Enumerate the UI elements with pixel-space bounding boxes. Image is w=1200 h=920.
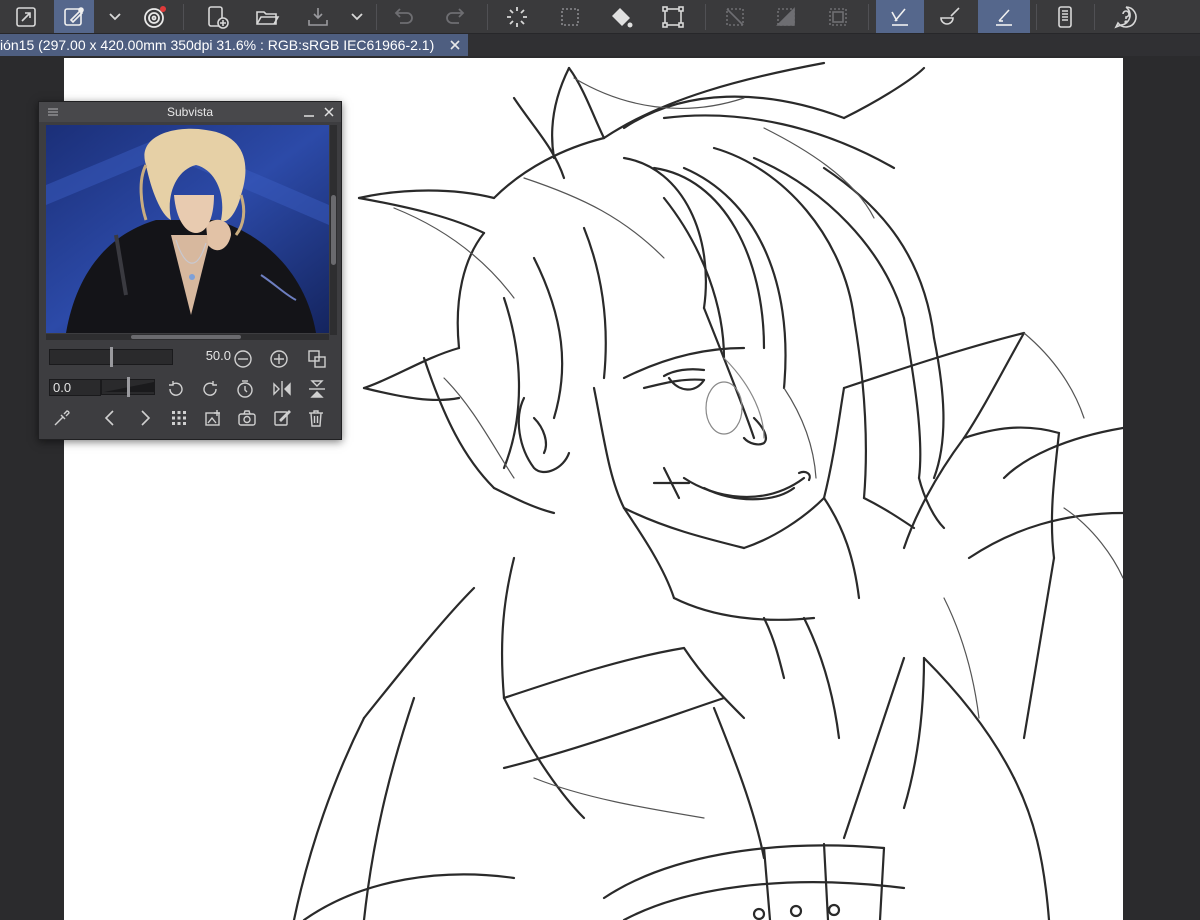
redo-icon[interactable] bbox=[435, 0, 475, 33]
transform-icon[interactable] bbox=[653, 0, 693, 33]
edit-image-icon[interactable] bbox=[271, 407, 293, 429]
toolbar-separator bbox=[868, 4, 869, 30]
selection-dotted-icon[interactable] bbox=[550, 0, 590, 33]
camera-icon[interactable] bbox=[236, 407, 258, 429]
scroll-thumb[interactable] bbox=[331, 195, 336, 265]
new-page-icon[interactable] bbox=[197, 0, 237, 33]
zoom-slider-handle[interactable] bbox=[110, 347, 113, 367]
zoom-value: 50.0 bbox=[205, 348, 231, 363]
eyedropper-icon[interactable] bbox=[51, 407, 73, 429]
open-folder-icon[interactable] bbox=[247, 0, 287, 33]
rotate-left-icon[interactable] bbox=[165, 378, 187, 400]
import-image-icon[interactable] bbox=[202, 407, 224, 429]
help-icon[interactable] bbox=[1106, 0, 1146, 33]
zoom-slider[interactable] bbox=[49, 347, 173, 367]
zoom-out-icon[interactable] bbox=[232, 348, 254, 370]
subview-titlebar[interactable]: Subvista bbox=[39, 102, 341, 122]
close-icon[interactable] bbox=[448, 38, 462, 52]
rotate-right-icon[interactable] bbox=[199, 378, 221, 400]
minimize-icon[interactable] bbox=[303, 106, 315, 118]
reference-image-preview[interactable] bbox=[46, 125, 329, 333]
ruler-pen-icon[interactable] bbox=[876, 0, 924, 33]
delete-icon[interactable] bbox=[305, 407, 327, 429]
zoom-in-icon[interactable] bbox=[268, 348, 290, 370]
toolbar-separator bbox=[183, 4, 184, 30]
scroll-thumb[interactable] bbox=[131, 335, 241, 339]
brush-blend-icon[interactable] bbox=[930, 0, 970, 33]
expand-canvas-icon[interactable] bbox=[6, 0, 46, 33]
flip-horizontal-icon[interactable] bbox=[271, 378, 293, 400]
chevron-down-icon[interactable] bbox=[104, 0, 126, 33]
command-bar bbox=[0, 0, 1200, 34]
rotation-slider[interactable] bbox=[101, 377, 155, 397]
rotation-input[interactable]: 0.0 bbox=[49, 379, 101, 396]
spiral-app-icon[interactable] bbox=[134, 0, 174, 33]
reference-image bbox=[46, 125, 329, 333]
close-icon[interactable] bbox=[323, 106, 335, 118]
fill-bucket-icon[interactable] bbox=[601, 0, 641, 33]
toolbar-separator bbox=[376, 4, 377, 30]
document-tab-title: ión15 (297.00 x 420.00mm 350dpi 31.6% : … bbox=[0, 37, 435, 53]
clear-selection-icon[interactable] bbox=[715, 0, 755, 33]
toolbar-separator bbox=[1036, 4, 1037, 30]
select-border-icon[interactable] bbox=[818, 0, 858, 33]
toolbar-separator bbox=[487, 4, 488, 30]
rotation-slider-handle[interactable] bbox=[127, 377, 130, 397]
subview-palette: Subvista 50.0 0.0 bbox=[38, 101, 342, 440]
grid-view-icon[interactable] bbox=[168, 407, 190, 429]
ruler-snap-icon[interactable] bbox=[978, 0, 1030, 33]
toolbar-separator bbox=[705, 4, 706, 30]
next-image-icon[interactable] bbox=[134, 407, 156, 429]
preview-horizontal-scrollbar[interactable] bbox=[46, 334, 329, 340]
loading-spinner-icon[interactable] bbox=[497, 0, 537, 33]
save-download-icon[interactable] bbox=[298, 0, 338, 33]
brush-tool-icon[interactable] bbox=[54, 0, 94, 33]
reset-rotation-icon[interactable] bbox=[234, 378, 256, 400]
subview-title: Subvista bbox=[166, 105, 214, 119]
tab-bar-background bbox=[468, 34, 1200, 56]
document-tab[interactable]: ión15 (297.00 x 420.00mm 350dpi 31.6% : … bbox=[0, 34, 468, 56]
mobile-companion-icon[interactable] bbox=[1045, 0, 1085, 33]
toolbar-separator bbox=[1094, 4, 1095, 30]
preview-vertical-scrollbar[interactable] bbox=[330, 125, 337, 335]
flip-vertical-icon[interactable] bbox=[306, 378, 328, 400]
fit-to-window-icon[interactable] bbox=[306, 348, 328, 370]
chevron-down-icon[interactable] bbox=[346, 0, 368, 33]
menu-icon[interactable] bbox=[47, 107, 59, 117]
invert-selection-icon[interactable] bbox=[766, 0, 806, 33]
undo-icon[interactable] bbox=[384, 0, 424, 33]
previous-image-icon[interactable] bbox=[99, 407, 121, 429]
